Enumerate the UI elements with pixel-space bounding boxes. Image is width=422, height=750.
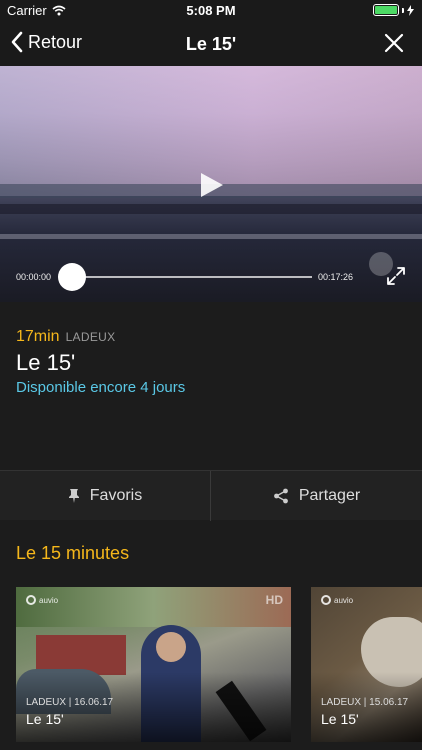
episode-title: Le 15' bbox=[16, 350, 76, 375]
auvio-logo: auvio bbox=[26, 595, 58, 605]
current-time: 00:00:00 bbox=[16, 272, 52, 282]
video-card[interactable]: auvio LADEUX | 15.06.17 Le 15' bbox=[311, 587, 422, 742]
card-thumbnail-trees bbox=[16, 587, 291, 627]
favorites-button[interactable]: Favoris bbox=[0, 471, 211, 521]
progress-track[interactable] bbox=[72, 276, 312, 278]
section-title: Le 15 minutes bbox=[16, 543, 130, 563]
card-thumbnail-face bbox=[156, 632, 186, 662]
share-button[interactable]: Partager bbox=[211, 471, 422, 521]
favorites-label: Favoris bbox=[89, 487, 143, 504]
auvio-logo: auvio bbox=[321, 595, 353, 605]
availability-text: Disponible encore 4 jours bbox=[16, 379, 186, 396]
navigation-bar: Retour Le 15' bbox=[0, 22, 422, 66]
battery-fill bbox=[375, 6, 397, 14]
charging-icon bbox=[407, 4, 414, 16]
share-label: Partager bbox=[298, 487, 361, 504]
fullscreen-icon[interactable] bbox=[386, 266, 406, 286]
hd-badge: HD bbox=[265, 593, 283, 607]
episode-info: 17min LADEUX Le 15' Disponible encore 4 … bbox=[0, 302, 422, 470]
card-meta: LADEUX | 16.06.17 bbox=[26, 697, 114, 708]
page-title: Le 15' bbox=[185, 34, 237, 54]
share-icon bbox=[273, 488, 288, 504]
video-frame-band bbox=[0, 234, 422, 239]
video-frame-band bbox=[0, 204, 422, 214]
status-time: 5:08 PM bbox=[186, 3, 236, 18]
video-card[interactable]: auvio HD LADEUX | 16.06.17 Le 15' bbox=[16, 587, 291, 742]
episode-meta: 17min LADEUX bbox=[16, 328, 115, 346]
episode-channel: LADEUX bbox=[65, 330, 116, 344]
play-icon[interactable] bbox=[198, 172, 224, 198]
close-icon[interactable] bbox=[382, 31, 406, 55]
pin-icon bbox=[68, 489, 79, 503]
card-title: Le 15' bbox=[26, 711, 64, 727]
battery-tip bbox=[402, 7, 404, 13]
card-title: Le 15' bbox=[321, 711, 359, 727]
episode-duration: 17min bbox=[16, 328, 60, 345]
video-player[interactable]: 00:00:00 00:17:26 bbox=[0, 66, 422, 302]
status-right bbox=[373, 4, 414, 16]
action-bar: Favoris Partager bbox=[0, 470, 422, 521]
battery-icon bbox=[373, 4, 399, 16]
total-time: 00:17:26 bbox=[318, 272, 354, 282]
progress-thumb[interactable] bbox=[58, 263, 86, 291]
card-meta: LADEUX | 15.06.17 bbox=[321, 697, 409, 708]
status-bar: Carrier 5:08 PM bbox=[0, 0, 422, 22]
